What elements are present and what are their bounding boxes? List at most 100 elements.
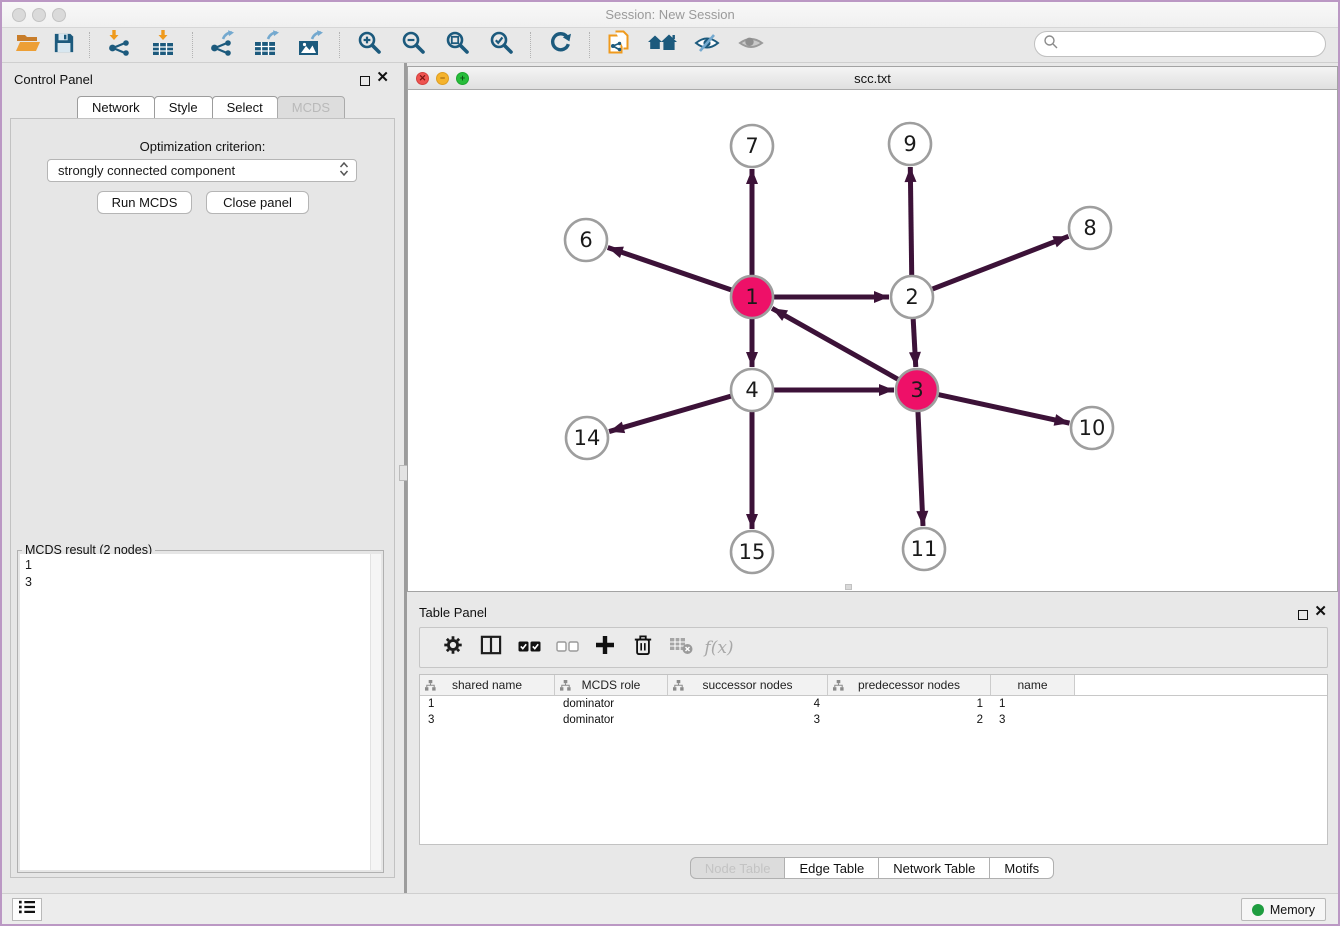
graph-edge-2-3[interactable] bbox=[913, 314, 916, 367]
tab-select[interactable]: Select bbox=[212, 96, 278, 119]
graph-node-3[interactable]: 3 bbox=[896, 369, 938, 411]
toggle-panes-button[interactable] bbox=[472, 631, 510, 665]
gear-icon bbox=[442, 634, 464, 661]
memory-button[interactable]: Memory bbox=[1241, 898, 1326, 921]
zoom-fit-button[interactable] bbox=[435, 30, 479, 60]
svg-text:10: 10 bbox=[1079, 416, 1106, 440]
graph-edge-3-11[interactable] bbox=[918, 407, 923, 526]
graph-node-6[interactable]: 6 bbox=[565, 219, 607, 261]
graph-edge-3-1[interactable] bbox=[772, 308, 902, 381]
run-mcds-button[interactable]: Run MCDS bbox=[97, 191, 192, 214]
graph-node-11[interactable]: 11 bbox=[903, 528, 945, 570]
show-all-button[interactable] bbox=[729, 30, 773, 60]
graph-node-7[interactable]: 7 bbox=[731, 125, 773, 167]
float-panel-icon[interactable] bbox=[360, 73, 370, 91]
close-table-panel-icon[interactable]: ✕ bbox=[1314, 607, 1327, 617]
column-label: MCDS role bbox=[582, 678, 641, 692]
graph-edge-1-6[interactable] bbox=[608, 247, 736, 291]
table-row[interactable]: 1dominator411 bbox=[420, 696, 1327, 712]
column-hierarchy-icon bbox=[833, 680, 844, 694]
split-pane-icon bbox=[480, 635, 502, 660]
delete-table-button[interactable] bbox=[662, 631, 700, 665]
column-header-name[interactable]: name bbox=[991, 675, 1075, 695]
delete-column-button[interactable] bbox=[624, 631, 662, 665]
tab-network-table[interactable]: Network Table bbox=[878, 857, 990, 879]
network-canvas[interactable]: 7 9 6 8 1 2 4 3 14 10 15 11 bbox=[408, 90, 1337, 591]
mcds-result-text[interactable]: 1 3 bbox=[20, 554, 381, 870]
result-scrollbar[interactable] bbox=[370, 554, 381, 870]
close-panel-icon[interactable]: ✕ bbox=[376, 73, 389, 83]
graph-node-8[interactable]: 8 bbox=[1069, 207, 1111, 249]
create-column-button[interactable] bbox=[586, 631, 624, 665]
table-rows: 1dominator4113dominator323 bbox=[420, 696, 1327, 728]
table-toolbar: f(x) bbox=[419, 627, 1328, 668]
column-header-MCDS-role[interactable]: MCDS role bbox=[555, 675, 668, 695]
svg-text:4: 4 bbox=[745, 378, 758, 402]
houses-icon bbox=[648, 32, 678, 59]
open-file-button[interactable] bbox=[10, 30, 46, 60]
deselect-all-columns-button[interactable] bbox=[548, 631, 586, 665]
table-tabs: Node Table Edge Table Network Table Moti… bbox=[407, 857, 1338, 879]
export-network-button[interactable] bbox=[200, 30, 244, 60]
task-history-button[interactable] bbox=[12, 898, 42, 921]
table-cell: 1 bbox=[420, 698, 555, 710]
float-table-panel-icon[interactable] bbox=[1298, 607, 1308, 625]
column-hierarchy-icon bbox=[560, 680, 571, 694]
graph-node-10[interactable]: 10 bbox=[1071, 407, 1113, 449]
zoom-in-button[interactable] bbox=[347, 30, 391, 60]
column-hierarchy-icon bbox=[425, 680, 436, 694]
graph-node-15[interactable]: 15 bbox=[731, 531, 773, 573]
export-table-button[interactable] bbox=[244, 30, 288, 60]
export-table-icon bbox=[253, 30, 280, 61]
graph-node-14[interactable]: 14 bbox=[566, 417, 608, 459]
column-header-successor-nodes[interactable]: successor nodes bbox=[668, 675, 828, 695]
import-network-button[interactable] bbox=[97, 30, 141, 60]
table-row[interactable]: 3dominator323 bbox=[420, 712, 1327, 728]
tab-motifs[interactable]: Motifs bbox=[989, 857, 1054, 879]
svg-text:11: 11 bbox=[911, 537, 938, 561]
graph-node-4[interactable]: 4 bbox=[731, 369, 773, 411]
criterion-dropdown[interactable]: strongly connected component bbox=[47, 159, 357, 182]
table-cell: 3 bbox=[991, 714, 1075, 726]
plus-icon bbox=[595, 635, 615, 660]
select-all-columns-button[interactable] bbox=[510, 631, 548, 665]
app-window: Session: New Session bbox=[0, 0, 1340, 926]
duplicate-network-button[interactable] bbox=[597, 30, 641, 60]
column-header-predecessor-nodes[interactable]: predecessor nodes bbox=[828, 675, 991, 695]
function-builder-button[interactable]: f(x) bbox=[700, 631, 738, 665]
close-panel-button[interactable]: Close panel bbox=[206, 191, 309, 214]
search-input[interactable] bbox=[1059, 36, 1325, 53]
view-resize-handle[interactable] bbox=[845, 584, 852, 590]
apply-layout-button[interactable] bbox=[538, 30, 582, 60]
export-image-button[interactable] bbox=[288, 30, 332, 60]
hide-selected-button[interactable] bbox=[685, 30, 729, 60]
graph-node-1[interactable]: 1 bbox=[731, 276, 773, 318]
table-settings-button[interactable] bbox=[434, 631, 472, 665]
column-header-shared-name[interactable]: shared name bbox=[420, 675, 555, 695]
zoom-out-button[interactable] bbox=[391, 30, 435, 60]
graph-edge-2-9[interactable] bbox=[910, 167, 911, 280]
graph-edge-2-8[interactable] bbox=[928, 236, 1069, 291]
search-icon bbox=[1043, 34, 1059, 55]
search-box[interactable] bbox=[1034, 31, 1326, 57]
mcds-panel: Optimization criterion: strongly connect… bbox=[10, 118, 395, 878]
graph-edge-4-14[interactable] bbox=[609, 395, 736, 432]
tab-network[interactable]: Network bbox=[77, 96, 155, 119]
eye-icon bbox=[738, 31, 764, 60]
toolbar-separator bbox=[339, 32, 340, 58]
graph-edge-3-10[interactable] bbox=[934, 394, 1070, 424]
import-table-button[interactable] bbox=[141, 30, 185, 60]
node-table: shared name MCDS role successor nodesprede… bbox=[419, 674, 1328, 845]
zoom-selected-button[interactable] bbox=[479, 30, 523, 60]
first-neighbors-button[interactable] bbox=[641, 30, 685, 60]
toolbar-separator bbox=[589, 32, 590, 58]
tab-style[interactable]: Style bbox=[154, 96, 213, 119]
tab-node-table[interactable]: Node Table bbox=[690, 857, 786, 879]
tab-edge-table[interactable]: Edge Table bbox=[784, 857, 879, 879]
table-cell: 3 bbox=[420, 714, 555, 726]
tab-mcds[interactable]: MCDS bbox=[277, 96, 345, 119]
graph-node-9[interactable]: 9 bbox=[889, 123, 931, 165]
graph-node-2[interactable]: 2 bbox=[891, 276, 933, 318]
save-session-button[interactable] bbox=[46, 30, 82, 60]
table-cell: 2 bbox=[828, 714, 991, 726]
